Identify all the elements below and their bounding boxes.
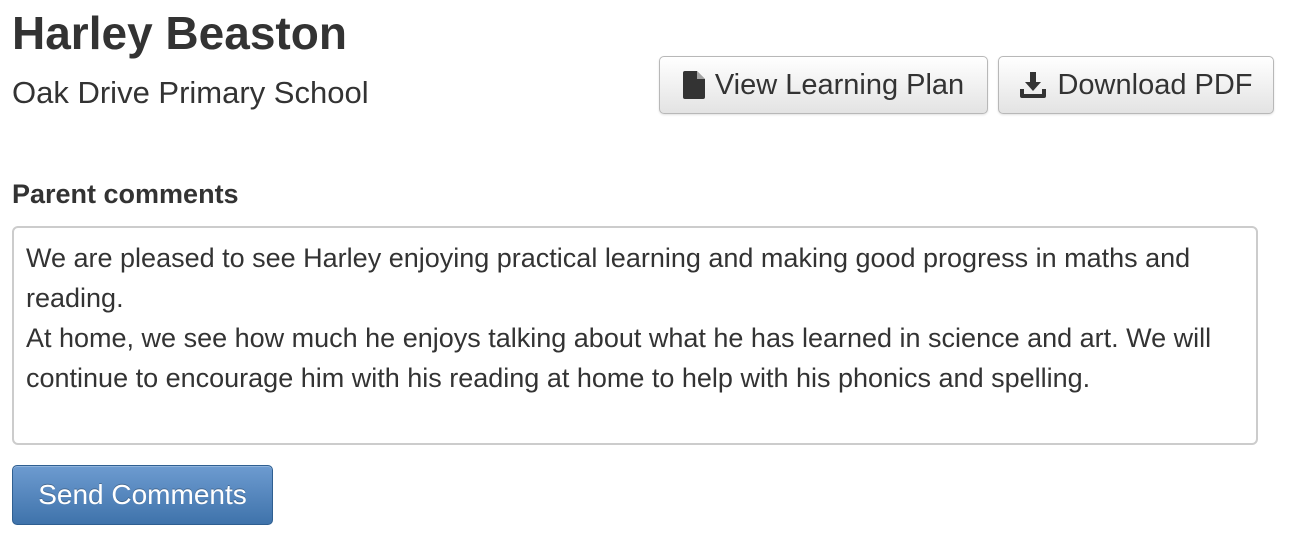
send-comments-button[interactable]: Send Comments: [12, 465, 273, 525]
download-icon: [1019, 71, 1047, 99]
view-learning-plan-button[interactable]: View Learning Plan: [659, 56, 988, 114]
view-learning-plan-label: View Learning Plan: [714, 68, 965, 101]
student-name: Harley Beaston: [12, 7, 347, 59]
download-pdf-label: Download PDF: [1057, 68, 1253, 101]
parent-comments-label: Parent comments: [12, 179, 239, 209]
parent-comments-textarea[interactable]: We are pleased to see Harley enjoying pr…: [12, 226, 1258, 445]
download-pdf-button[interactable]: Download PDF: [998, 56, 1274, 114]
parent-comments-page: Harley Beaston Oak Drive Primary School …: [0, 0, 1295, 536]
file-icon: [682, 71, 705, 99]
school-name: Oak Drive Primary School: [12, 75, 369, 110]
